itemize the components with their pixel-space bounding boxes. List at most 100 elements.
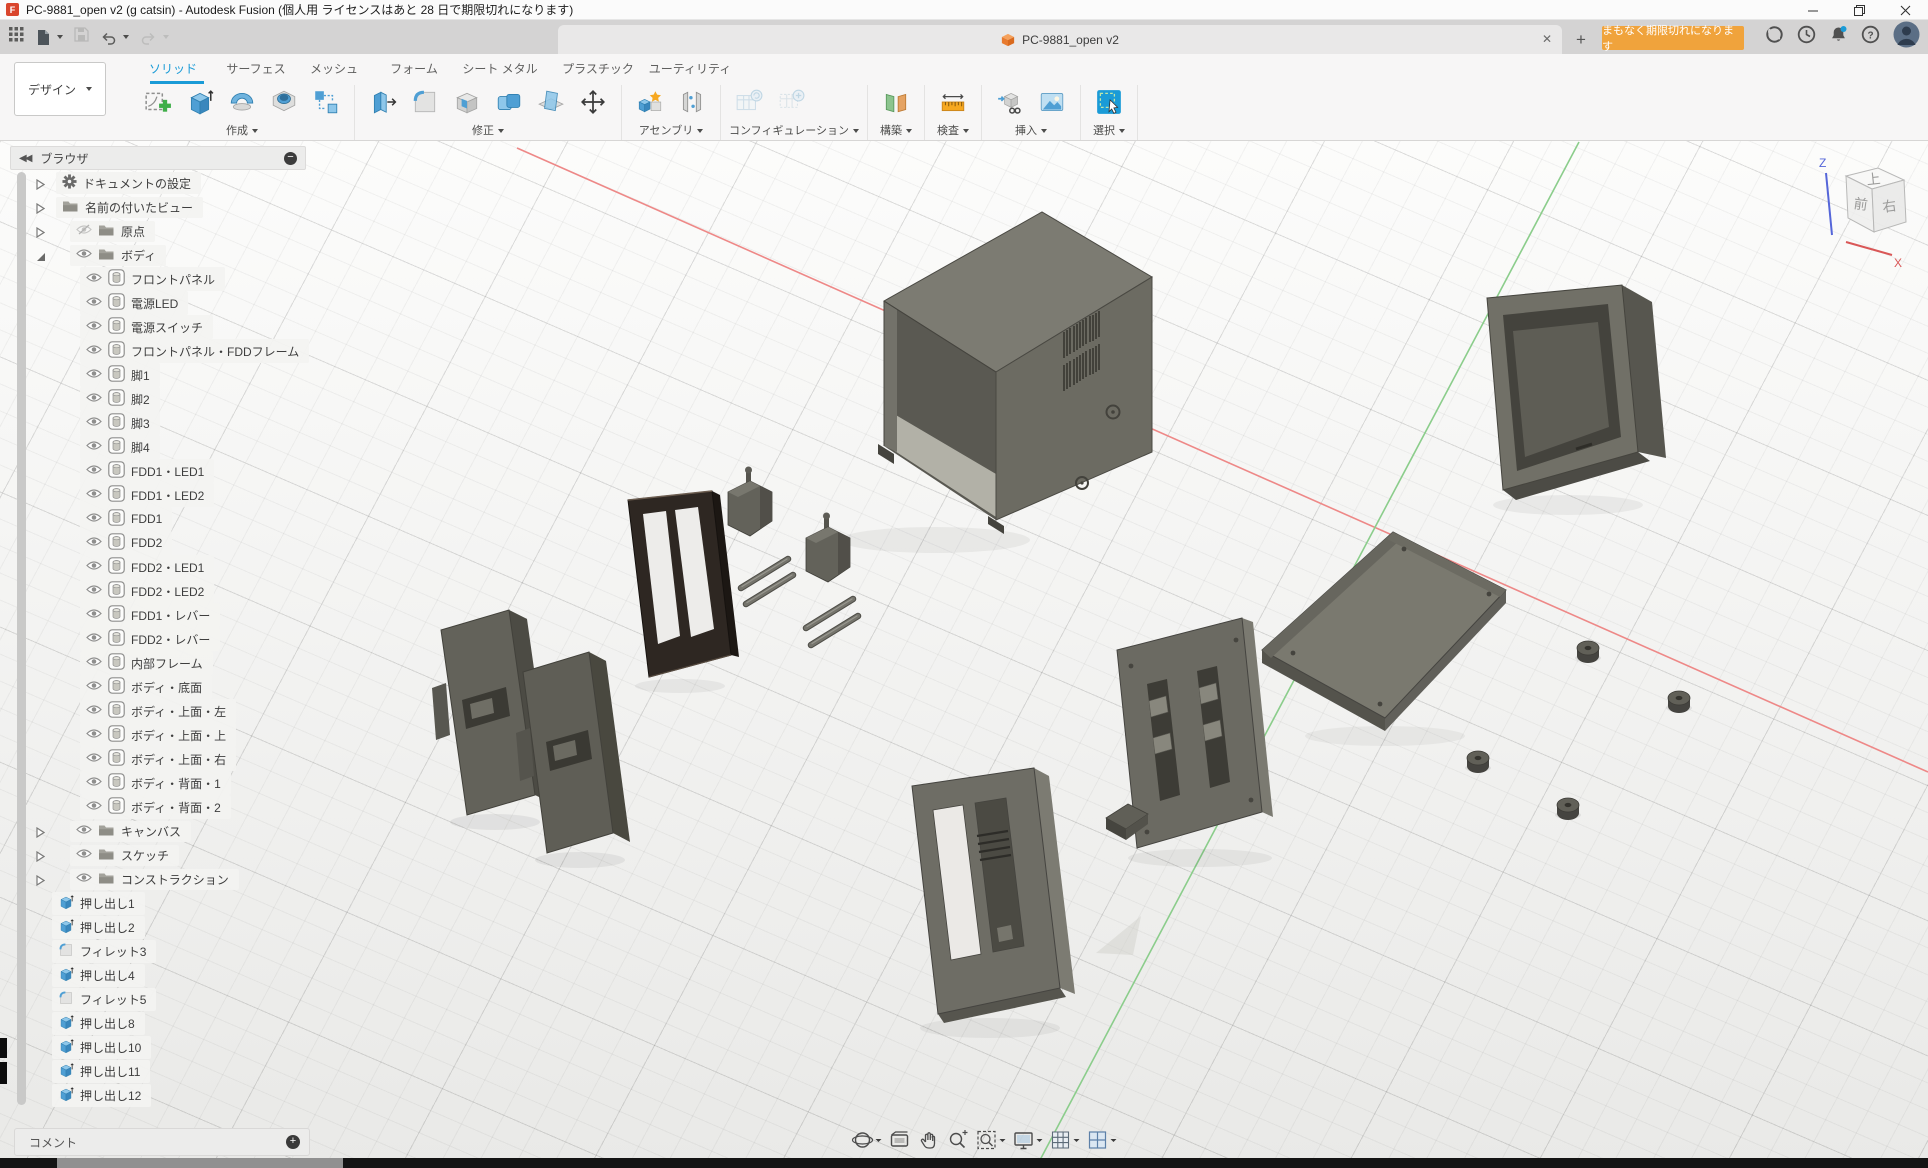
dropdown-caret-icon[interactable]	[1000, 1139, 1006, 1142]
timeline-feature-row[interactable]: 押し出し1	[0, 891, 145, 915]
part-foot-1[interactable]	[1575, 641, 1601, 663]
browser-item-row[interactable]: 名前の付いたビュー	[0, 195, 203, 219]
browser-item-row[interactable]: ボディ・背面・1	[0, 771, 231, 795]
press-pull-icon[interactable]	[363, 86, 403, 118]
browser-item-row[interactable]: ボディ・上面・右	[0, 747, 236, 771]
dropdown-caret-icon[interactable]	[1111, 1139, 1117, 1142]
expand-arrow-icon[interactable]	[36, 825, 45, 843]
visibility-eye-icon[interactable]	[86, 728, 102, 742]
part-fdd-hub-1[interactable]	[728, 467, 772, 537]
browser-item-row[interactable]: FDD1・レバー	[0, 603, 220, 627]
plus-circle-icon[interactable]: +	[286, 1135, 300, 1149]
ribbon-group-label[interactable]: 検査	[933, 122, 973, 138]
visibility-eye-icon[interactable]	[86, 704, 102, 718]
viewport-canvas[interactable]: ◀◀ ブラウザ − ドキュメントの設定名前の付いたビュー原点ボディフロントパネル…	[0, 141, 1928, 1168]
visibility-eye-icon[interactable]	[86, 584, 102, 598]
browser-item-row[interactable]: 電源LED	[0, 291, 188, 315]
part-fdd-drive-1[interactable]	[432, 610, 553, 815]
timeline-feature-row[interactable]: 押し出し2	[0, 915, 145, 939]
visibility-eye-icon[interactable]	[86, 488, 102, 502]
part-guide-rods[interactable]	[741, 559, 858, 645]
visibility-eye-icon[interactable]	[86, 680, 102, 694]
browser-item-row[interactable]: フロントパネル	[0, 267, 225, 291]
browser-item-row[interactable]: 脚3	[0, 411, 160, 435]
timeline-feature-row[interactable]: 押し出し10	[0, 1035, 151, 1059]
expand-arrow-icon[interactable]	[36, 177, 45, 195]
visibility-eye-icon[interactable]	[86, 536, 102, 550]
part-fdd-hub-2[interactable]	[806, 513, 850, 583]
visibility-eye-icon[interactable]	[86, 656, 102, 670]
ribbon-tab-5[interactable]: シート メタル	[462, 60, 537, 77]
browser-item-row[interactable]: 脚4	[0, 435, 160, 459]
browser-item-row[interactable]: FDD1・LED2	[0, 483, 214, 507]
browser-item-row[interactable]: コンストラクション	[0, 867, 239, 891]
ribbon-tab-2[interactable]: サーフェス	[226, 60, 285, 77]
timeline-feature-row[interactable]: 押し出し12	[0, 1083, 151, 1107]
insert-derive-icon[interactable]	[990, 86, 1030, 118]
dropdown-caret-icon[interactable]	[1037, 1139, 1043, 1142]
browser-item-row[interactable]: 電源スイッチ	[0, 315, 213, 339]
browser-item-row[interactable]: ボディ・上面・左	[0, 699, 236, 723]
expand-arrow-open-icon[interactable]	[36, 249, 46, 267]
maximize-icon[interactable]	[1836, 0, 1882, 20]
extensions-icon[interactable]	[1765, 25, 1784, 49]
part-rear-frame[interactable]	[1487, 285, 1666, 500]
ribbon-tab-4[interactable]: フォーム	[390, 60, 438, 77]
extrude-feature-icon[interactable]	[58, 894, 74, 913]
visibility-eye-icon[interactable]	[76, 848, 92, 862]
viewcube-face-top[interactable]: 上	[1866, 170, 1882, 187]
browser-item-row[interactable]: 脚1	[0, 363, 160, 387]
ribbon-group-label[interactable]: 修正	[363, 122, 613, 138]
notifications-icon[interactable]	[1829, 25, 1848, 49]
split-body-icon[interactable]	[531, 86, 571, 118]
viewcube-face-right[interactable]: 右	[1881, 197, 1897, 215]
expand-arrow-icon[interactable]	[36, 849, 45, 867]
help-icon[interactable]: ?	[1861, 25, 1880, 49]
ribbon-tab-7[interactable]: ユーティリティ	[649, 60, 732, 77]
browser-item-row[interactable]: ドキュメントの設定	[0, 171, 201, 195]
ribbon-group-label[interactable]: コンフィギュレーション	[729, 122, 859, 138]
browser-item-row[interactable]: FDD2・レバー	[0, 627, 220, 651]
browser-item-row[interactable]: FDD2	[0, 531, 172, 555]
close-icon[interactable]	[1882, 0, 1928, 20]
shell-icon[interactable]	[447, 86, 487, 118]
timeline-feature-row[interactable]: 押し出し11	[0, 1059, 150, 1083]
fillet-feature-icon[interactable]	[58, 942, 74, 961]
extrude-feature-icon[interactable]	[58, 1086, 74, 1105]
extrude-feature-icon[interactable]	[58, 1038, 74, 1057]
fillet-icon[interactable]	[405, 86, 445, 118]
visibility-eye-icon[interactable]	[86, 512, 102, 526]
browser-item-row[interactable]: FDD1・LED1	[0, 459, 214, 483]
workspace-selector[interactable]: デザイン	[14, 62, 106, 116]
visibility-eye-icon[interactable]	[86, 272, 102, 286]
visibility-eye-icon[interactable]	[76, 248, 92, 262]
revolve-icon[interactable]	[222, 86, 262, 118]
visibility-eye-icon[interactable]	[86, 752, 102, 766]
orbit-icon[interactable]	[852, 1129, 882, 1151]
ribbon-group-label[interactable]: 構築	[876, 122, 916, 138]
viewcube-face-front[interactable]: 前	[1853, 195, 1869, 213]
browser-item-row[interactable]: 脚2	[0, 387, 160, 411]
visibility-eye-icon[interactable]	[86, 392, 102, 406]
part-foot-3[interactable]	[1465, 751, 1491, 773]
ribbon-tab-6[interactable]: プラスチック	[562, 60, 634, 77]
redo-icon[interactable]	[140, 30, 169, 45]
timeline-feature-row[interactable]: フィレット5	[0, 987, 156, 1011]
comment-bar[interactable]: コメント +	[14, 1128, 310, 1156]
ribbon-group-label[interactable]: アセンブリ	[630, 122, 712, 138]
ribbon-group-label[interactable]: 作成	[138, 122, 346, 138]
part-body-bottom-tray[interactable]	[1262, 532, 1506, 731]
new-tab-icon[interactable]: +	[1570, 29, 1592, 51]
document-tab[interactable]: PC-9881_open v2 ✕	[558, 25, 1562, 54]
part-foot-2[interactable]	[1666, 691, 1692, 713]
visibility-eye-icon[interactable]	[76, 872, 92, 886]
viewports-icon[interactable]	[1087, 1129, 1117, 1151]
license-warning-button[interactable]: まもなく期限切れになります	[1602, 26, 1744, 50]
part-fdd-drive-2[interactable]	[516, 652, 630, 853]
browser-item-row[interactable]: ボディ・背面・2	[0, 795, 231, 819]
timeline-feature-row[interactable]: フィレット3	[0, 939, 156, 963]
undo-icon[interactable]	[100, 30, 129, 45]
visibility-eye-icon[interactable]	[76, 824, 92, 838]
close-tab-icon[interactable]: ✕	[1542, 32, 1552, 46]
browser-item-row[interactable]: スケッチ	[0, 843, 179, 867]
